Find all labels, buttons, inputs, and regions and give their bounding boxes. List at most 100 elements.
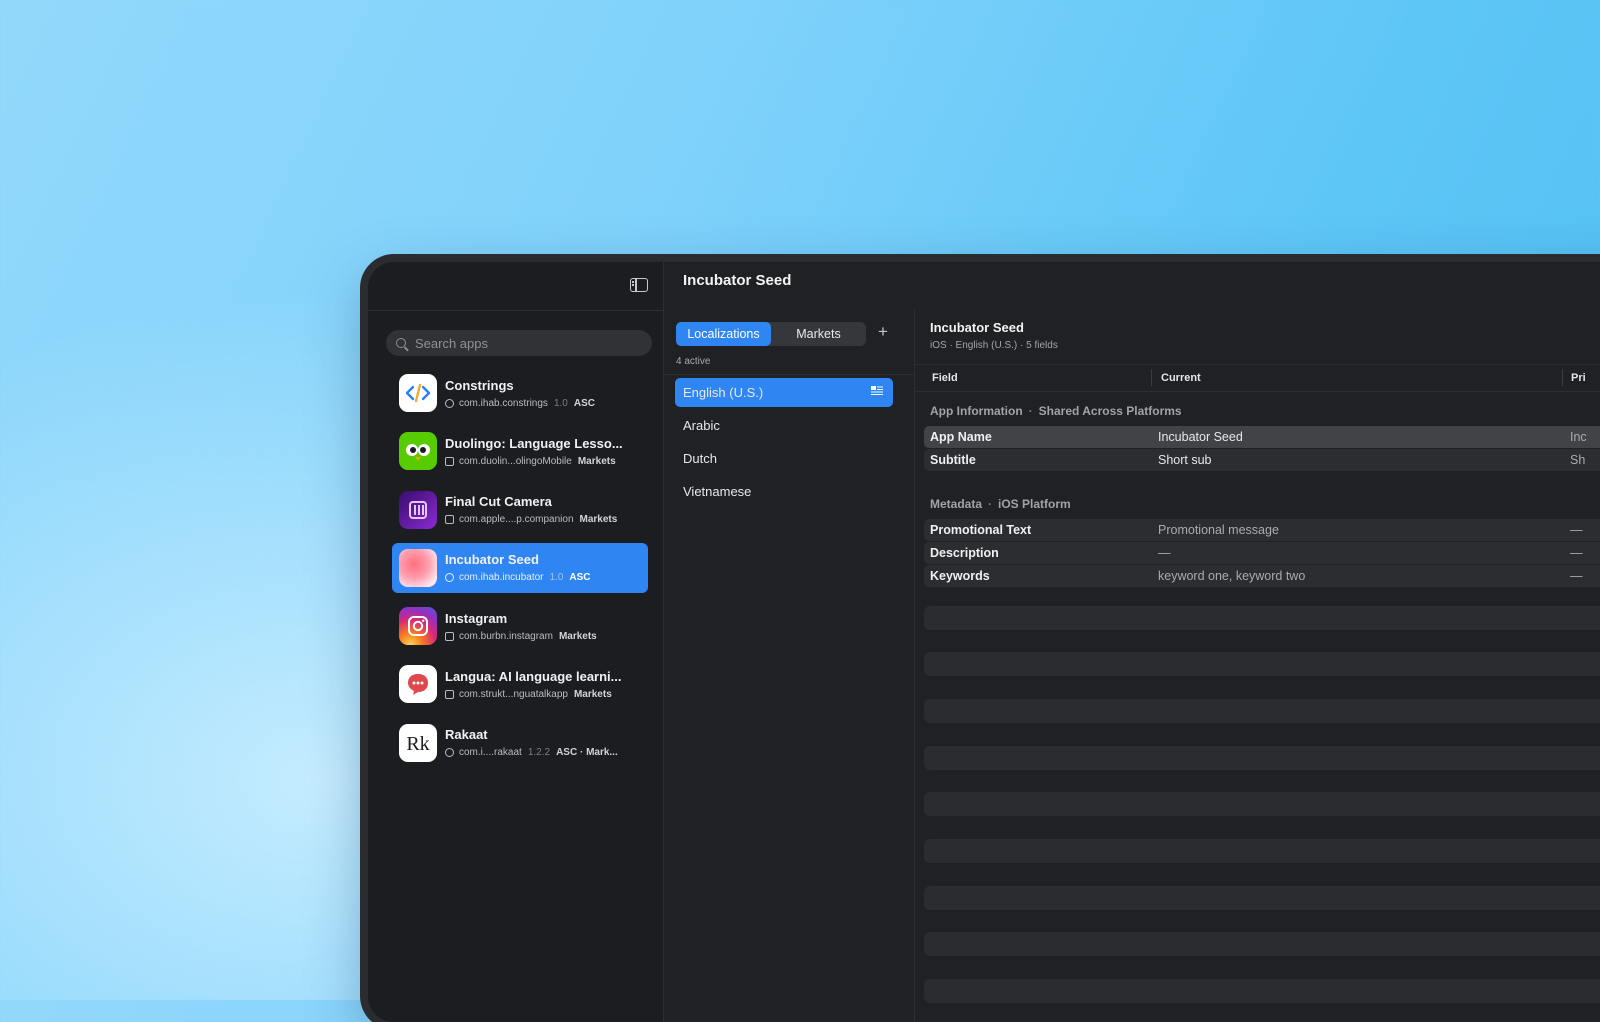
- app-name: Final Cut Camera: [445, 494, 552, 510]
- section-title: App Information: [930, 404, 1023, 418]
- app-bundle: com.strukt...nguatalkapp: [459, 688, 568, 700]
- placeholder-row: [924, 979, 1600, 1003]
- app-name: Incubator Seed: [445, 552, 539, 568]
- locale-list: English (U.S.) Arabic Dutch Vietnamese: [675, 378, 893, 510]
- table-row-promotional-text[interactable]: Promotional Text Promotional message —: [924, 519, 1600, 541]
- detail-panel: Incubator Seed iOS · English (U.S.) · 5 …: [915, 310, 1600, 1022]
- column-separator[interactable]: [1562, 369, 1563, 386]
- column-current: Current: [1161, 372, 1201, 384]
- tab-markets[interactable]: Markets: [771, 322, 866, 346]
- camera-icon: [399, 490, 437, 529]
- divider: [664, 374, 914, 375]
- table-row-app-name[interactable]: App Name Incubator Seed Inc: [924, 426, 1600, 448]
- app-source: ASC: [569, 572, 591, 584]
- locale-panel: Localizations Markets + 4 active English…: [664, 310, 915, 1022]
- field-name: App Name: [930, 430, 992, 444]
- chat-icon: [399, 665, 437, 704]
- table-row-keywords[interactable]: Keywords keyword one, keyword two —: [924, 565, 1600, 587]
- locale-segmented-control: Localizations Markets: [676, 322, 866, 346]
- current-value: Incubator Seed: [1158, 430, 1243, 444]
- search-bar[interactable]: [386, 330, 652, 356]
- app-version: 1.0: [549, 572, 564, 584]
- placeholder-row: [924, 792, 1600, 816]
- field-name: Subtitle: [930, 453, 976, 467]
- table-row-subtitle[interactable]: Subtitle Short sub Sh: [924, 449, 1600, 471]
- placeholder-row: [924, 932, 1600, 956]
- app-item-langua[interactable]: Langua: AI language learni... com.strukt…: [392, 659, 648, 709]
- app-source: Markets: [577, 455, 616, 467]
- locale-item-arabic[interactable]: Arabic: [675, 411, 893, 440]
- sidebar-toggle-icon[interactable]: [630, 278, 648, 292]
- placeholder-row: [924, 839, 1600, 863]
- app-version: 1.2.2: [527, 747, 551, 759]
- locale-item-dutch[interactable]: Dutch: [675, 444, 893, 473]
- section-subtitle: iOS Platform: [998, 497, 1071, 511]
- rk-icon: Rk: [399, 723, 437, 762]
- placeholder-row: [924, 699, 1600, 723]
- app-name: Duolingo: Language Lesso...: [445, 435, 623, 451]
- add-locale-button[interactable]: +: [878, 322, 888, 342]
- app-item-incubator-seed[interactable]: Incubator Seed com.ihab.incubator 1.0 AS…: [392, 542, 648, 593]
- previous-value: —: [1570, 569, 1583, 583]
- gradient-icon: [399, 548, 437, 587]
- app-item-constrings[interactable]: Constrings com.ihab.constrings 1.0 ASC: [392, 368, 648, 418]
- app-bundle: com.ihab.constrings: [459, 397, 548, 409]
- globe-icon: [445, 398, 454, 408]
- previous-value: —: [1570, 546, 1583, 560]
- app-item-final-cut-camera[interactable]: Final Cut Camera com.apple....p.companio…: [392, 485, 648, 535]
- app-bundle: com.ihab.incubator: [459, 572, 544, 584]
- current-value: —: [1158, 546, 1171, 560]
- app-bundle: com.burbn.instagram: [459, 630, 553, 642]
- table-row-description[interactable]: Description — —: [924, 542, 1600, 564]
- placeholder-row: [924, 746, 1600, 770]
- column-field: Field: [932, 372, 958, 384]
- app-bundle: com.duolin...olingoMobile: [459, 455, 572, 467]
- placeholder-row: [924, 652, 1600, 676]
- link-icon: [445, 748, 454, 758]
- locale-item-vietnamese[interactable]: Vietnamese: [675, 477, 893, 506]
- section-header-app-information: App Information · Shared Across Platforms: [930, 404, 1182, 418]
- window-title: Incubator Seed: [683, 272, 792, 289]
- previous-value: Inc: [1570, 430, 1587, 444]
- detail-subtitle: iOS · English (U.S.) · 5 fields: [930, 340, 1058, 351]
- field-name: Keywords: [930, 569, 990, 583]
- detail-title: Incubator Seed: [930, 320, 1024, 335]
- app-source: ASC · Mark...: [556, 747, 618, 759]
- app-source: Markets: [573, 688, 612, 700]
- app-item-instagram[interactable]: Instagram com.burbn.instagram Markets: [392, 601, 648, 651]
- locale-label: Dutch: [683, 451, 717, 466]
- app-bundle: com.i....rakaat: [459, 747, 522, 759]
- current-value: keyword one, keyword two: [1158, 569, 1306, 583]
- code-icon: [399, 374, 437, 412]
- flag-icon: [871, 386, 883, 395]
- placeholder-row: [924, 606, 1600, 630]
- previous-value: —: [1570, 523, 1583, 537]
- app-name: Instagram: [445, 610, 508, 626]
- active-count: 4 active: [676, 356, 711, 367]
- bag-icon: [445, 631, 454, 641]
- bag-icon: [445, 515, 454, 525]
- search-icon: [396, 338, 406, 348]
- instagram-icon: [399, 607, 437, 646]
- search-input[interactable]: [413, 334, 637, 352]
- app-window: Constrings com.ihab.constrings 1.0 ASC D…: [368, 262, 1600, 1022]
- app-list: Constrings com.ihab.constrings 1.0 ASC D…: [392, 368, 648, 776]
- table-header: Field Current Pri: [915, 364, 1600, 392]
- locale-label: Arabic: [683, 418, 720, 433]
- app-item-rakaat[interactable]: Rk Rakaat com.i....rakaat 1.2.2 ASC · Ma…: [392, 718, 648, 768]
- locale-label: English (U.S.): [683, 385, 764, 400]
- bag-icon: [445, 456, 454, 466]
- current-value: Promotional message: [1158, 523, 1279, 537]
- app-source: Markets: [579, 514, 618, 526]
- globe-icon: [445, 573, 454, 583]
- column-separator[interactable]: [1151, 369, 1152, 386]
- tab-localizations[interactable]: Localizations: [676, 322, 771, 346]
- app-source: ASC: [573, 397, 595, 409]
- locale-item-english[interactable]: English (U.S.): [675, 378, 893, 407]
- svg-text:Rk: Rk: [406, 733, 429, 755]
- app-item-duolingo[interactable]: Duolingo: Language Lesso... com.duolin..…: [392, 426, 648, 476]
- owl-icon: [399, 432, 437, 471]
- sidebar-toolbar: [368, 262, 663, 311]
- app-version: 1.0: [553, 397, 568, 409]
- app-name: Langua: AI language learni...: [445, 668, 622, 684]
